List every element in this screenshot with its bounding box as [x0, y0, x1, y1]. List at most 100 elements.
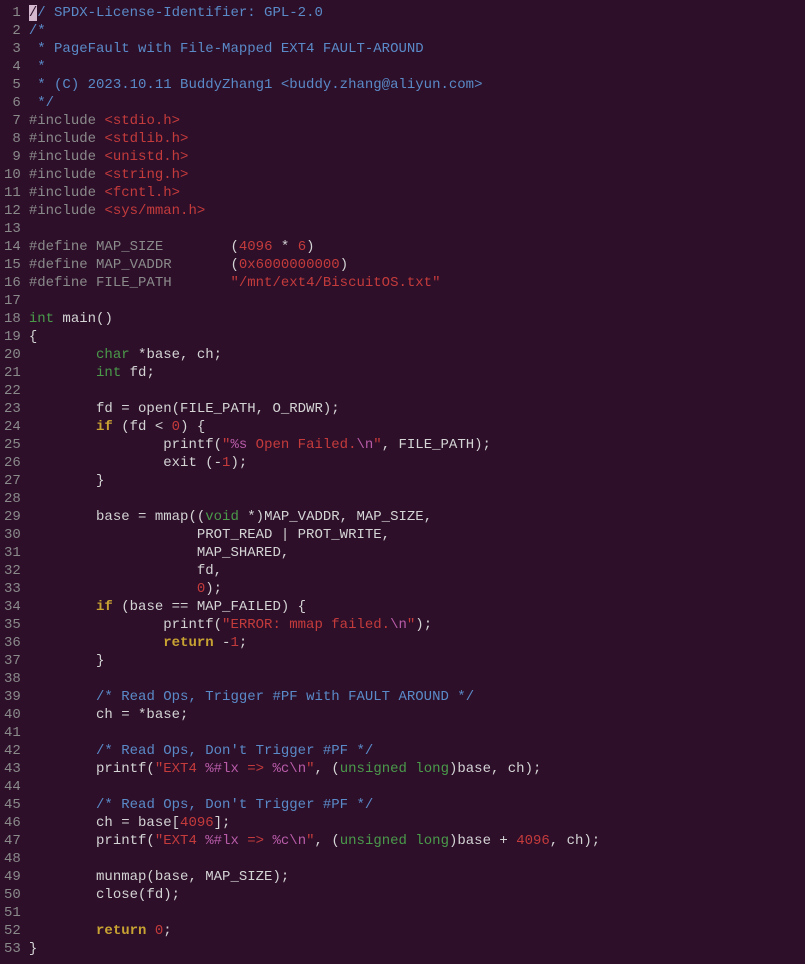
code-line: */ [29, 94, 805, 112]
code-line: printf("EXT4 %#lx => %c\n", (unsigned lo… [29, 832, 805, 850]
line-number: 23 [4, 400, 21, 418]
code-line: printf("%s Open Failed.\n", FILE_PATH); [29, 436, 805, 454]
code-line: /* Read Ops, Don't Trigger #PF */ [29, 742, 805, 760]
code-line: #include <fcntl.h> [29, 184, 805, 202]
line-number: 16 [4, 274, 21, 292]
line-number: 10 [4, 166, 21, 184]
code-line: * [29, 58, 805, 76]
line-number: 18 [4, 310, 21, 328]
code-line: /* Read Ops, Don't Trigger #PF */ [29, 796, 805, 814]
line-number: 29 [4, 508, 21, 526]
line-number: 14 [4, 238, 21, 256]
line-number: 6 [4, 94, 21, 112]
line-number: 3 [4, 40, 21, 58]
code-line: PROT_READ | PROT_WRITE, [29, 526, 805, 544]
line-number: 9 [4, 148, 21, 166]
code-line: * (C) 2023.10.11 BuddyZhang1 <buddy.zhan… [29, 76, 805, 94]
code-line: 0); [29, 580, 805, 598]
code-line: #include <stdlib.h> [29, 130, 805, 148]
line-number: 51 [4, 904, 21, 922]
code-line: // SPDX-License-Identifier: GPL-2.0 [29, 4, 805, 22]
line-number: 4 [4, 58, 21, 76]
line-number: 26 [4, 454, 21, 472]
line-number: 20 [4, 346, 21, 364]
line-number: 37 [4, 652, 21, 670]
code-line: #include <stdio.h> [29, 112, 805, 130]
code-line [29, 724, 805, 742]
line-number: 48 [4, 850, 21, 868]
line-number: 43 [4, 760, 21, 778]
code-line: MAP_SHARED, [29, 544, 805, 562]
code-line: munmap(base, MAP_SIZE); [29, 868, 805, 886]
line-number: 44 [4, 778, 21, 796]
code-line: exit (-1); [29, 454, 805, 472]
line-number: 28 [4, 490, 21, 508]
line-number: 15 [4, 256, 21, 274]
code-line: if (fd < 0) { [29, 418, 805, 436]
code-line: } [29, 472, 805, 490]
code-line: #define MAP_VADDR (0x6000000000) [29, 256, 805, 274]
line-number: 25 [4, 436, 21, 454]
line-number: 33 [4, 580, 21, 598]
line-number: 1 [4, 4, 21, 22]
line-number: 13 [4, 220, 21, 238]
line-number: 45 [4, 796, 21, 814]
line-number: 40 [4, 706, 21, 724]
code-line [29, 382, 805, 400]
code-line: printf("ERROR: mmap failed.\n"); [29, 616, 805, 634]
line-number: 53 [4, 940, 21, 958]
line-number: 52 [4, 922, 21, 940]
line-number: 5 [4, 76, 21, 94]
code-line: #include <string.h> [29, 166, 805, 184]
code-line: base = mmap((void *)MAP_VADDR, MAP_SIZE, [29, 508, 805, 526]
line-number: 8 [4, 130, 21, 148]
line-number: 49 [4, 868, 21, 886]
code-line: } [29, 940, 805, 958]
line-number: 38 [4, 670, 21, 688]
line-number: 2 [4, 22, 21, 40]
line-number: 11 [4, 184, 21, 202]
code-line [29, 670, 805, 688]
code-line: printf("EXT4 %#lx => %c\n", (unsigned lo… [29, 760, 805, 778]
line-number: 47 [4, 832, 21, 850]
code-line [29, 490, 805, 508]
line-number: 17 [4, 292, 21, 310]
line-number: 32 [4, 562, 21, 580]
code-line: #define FILE_PATH "/mnt/ext4/BiscuitOS.t… [29, 274, 805, 292]
line-number: 7 [4, 112, 21, 130]
code-line: /* [29, 22, 805, 40]
line-number: 22 [4, 382, 21, 400]
code-editor: 1234567891011121314151617181920212223242… [0, 0, 805, 962]
code-line: /* Read Ops, Trigger #PF with FAULT AROU… [29, 688, 805, 706]
line-number: 41 [4, 724, 21, 742]
code-line [29, 292, 805, 310]
code-line: ch = *base; [29, 706, 805, 724]
code-line: return 0; [29, 922, 805, 940]
code-line: if (base == MAP_FAILED) { [29, 598, 805, 616]
code-line [29, 778, 805, 796]
code-line: close(fd); [29, 886, 805, 904]
line-number: 35 [4, 616, 21, 634]
code-line: * PageFault with File-Mapped EXT4 FAULT-… [29, 40, 805, 58]
code-line: { [29, 328, 805, 346]
code-area[interactable]: // SPDX-License-Identifier: GPL-2.0/* * … [29, 0, 805, 962]
line-number: 46 [4, 814, 21, 832]
code-line: #include <unistd.h> [29, 148, 805, 166]
line-number: 36 [4, 634, 21, 652]
line-number: 12 [4, 202, 21, 220]
code-line [29, 220, 805, 238]
line-number: 50 [4, 886, 21, 904]
code-line: char *base, ch; [29, 346, 805, 364]
code-line: fd, [29, 562, 805, 580]
code-line: int fd; [29, 364, 805, 382]
line-number: 21 [4, 364, 21, 382]
code-line: fd = open(FILE_PATH, O_RDWR); [29, 400, 805, 418]
code-line: return -1; [29, 634, 805, 652]
line-number: 42 [4, 742, 21, 760]
code-line [29, 850, 805, 868]
line-number: 19 [4, 328, 21, 346]
code-line: int main() [29, 310, 805, 328]
code-line: #define MAP_SIZE (4096 * 6) [29, 238, 805, 256]
code-line: ch = base[4096]; [29, 814, 805, 832]
code-line: } [29, 652, 805, 670]
